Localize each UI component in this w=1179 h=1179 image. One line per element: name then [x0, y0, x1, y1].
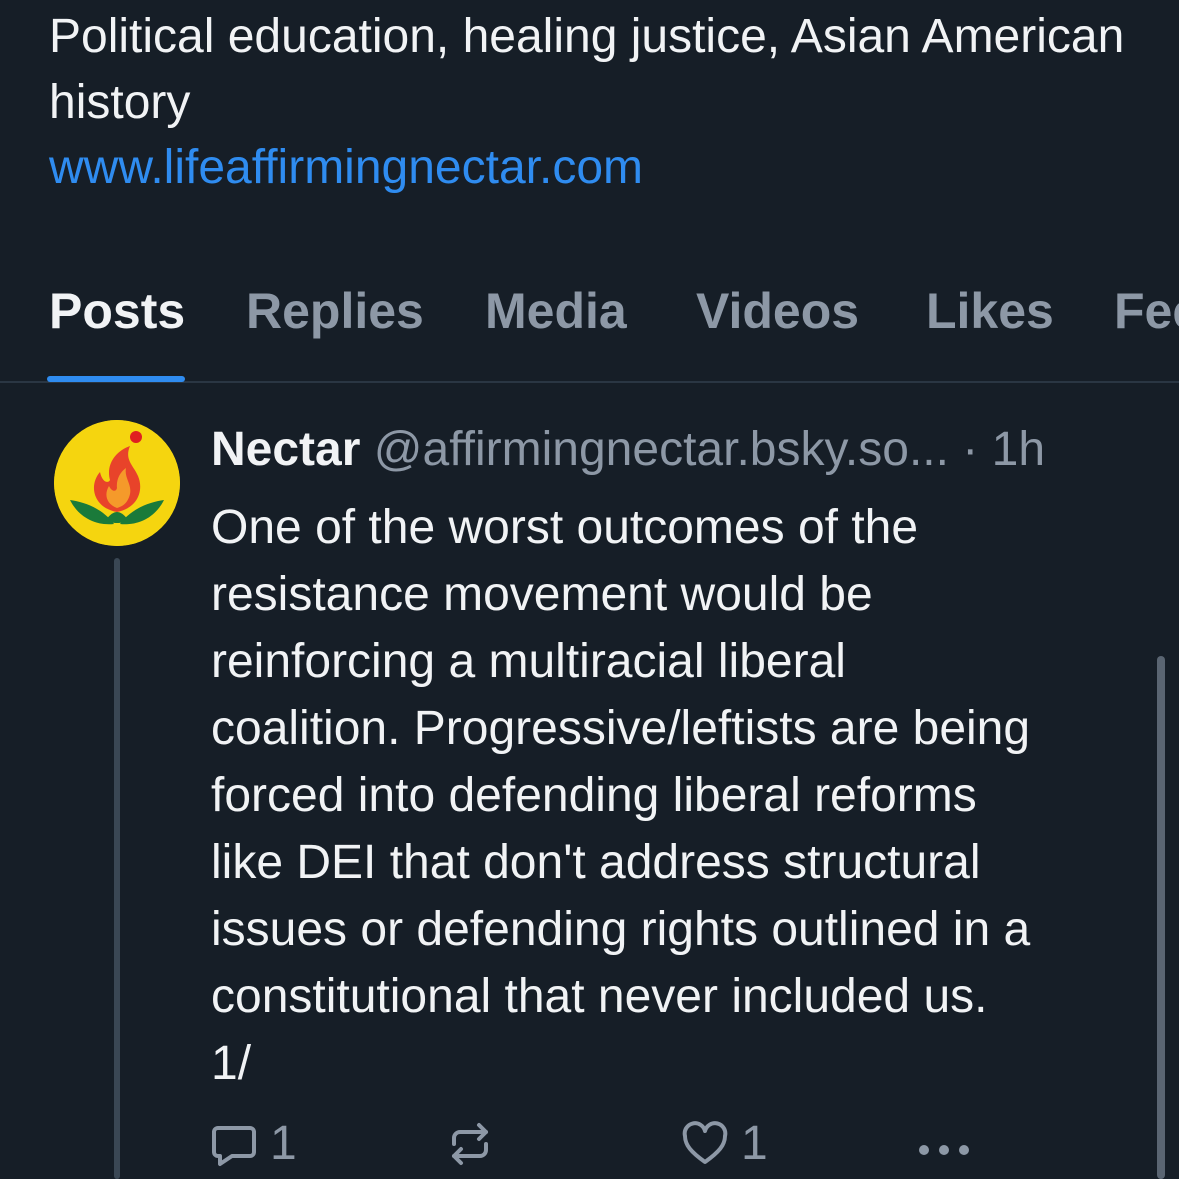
tab-media[interactable]: Media	[485, 282, 627, 340]
like-button[interactable]: 1	[681, 1114, 768, 1174]
profile-website-link[interactable]: www.lifeaffirmingnectar.com	[49, 138, 643, 198]
reply-count: 1	[270, 1117, 297, 1170]
speech-bubble-icon	[212, 1126, 256, 1166]
repost-arrows-icon	[452, 1123, 488, 1165]
profile-bio: Political education, healing justice, As…	[49, 10, 1125, 129]
ellipsis-icon	[919, 1145, 969, 1155]
flame-lotus-logo	[54, 420, 180, 546]
repost-button[interactable]	[446, 1114, 494, 1174]
thread-line	[114, 558, 120, 1179]
tab-posts[interactable]: Posts	[49, 282, 185, 340]
like-count: 1	[741, 1117, 768, 1170]
tab-replies[interactable]: Replies	[246, 282, 424, 340]
tab-feeds[interactable]: Feeds	[1114, 282, 1179, 340]
profile-page: Political education, healing justice, As…	[0, 0, 1179, 1179]
post-actions: 1 1	[0, 1114, 1179, 1179]
post-timestamp[interactable]: · 1h	[962, 423, 1045, 476]
scrollbar[interactable]	[1157, 656, 1165, 1179]
tab-likes[interactable]: Likes	[926, 282, 1054, 340]
profile-tabs: Posts Replies Media Videos Likes Feeds	[0, 270, 1179, 383]
author-handle[interactable]: @affirmingnectar.bsky.so...	[374, 423, 949, 476]
post-header: Nectar @affirmingnectar.bsky.so... · 1h	[211, 420, 1045, 480]
tab-videos[interactable]: Videos	[696, 282, 859, 340]
author-name[interactable]: Nectar	[211, 423, 360, 476]
reply-button[interactable]: 1	[210, 1114, 297, 1174]
post-text: One of the worst outcomes of the resista…	[211, 501, 1031, 1090]
more-options-button[interactable]	[914, 1114, 974, 1174]
heart-icon	[682, 1121, 728, 1164]
active-tab-indicator	[47, 376, 185, 382]
avatar[interactable]	[54, 420, 180, 546]
